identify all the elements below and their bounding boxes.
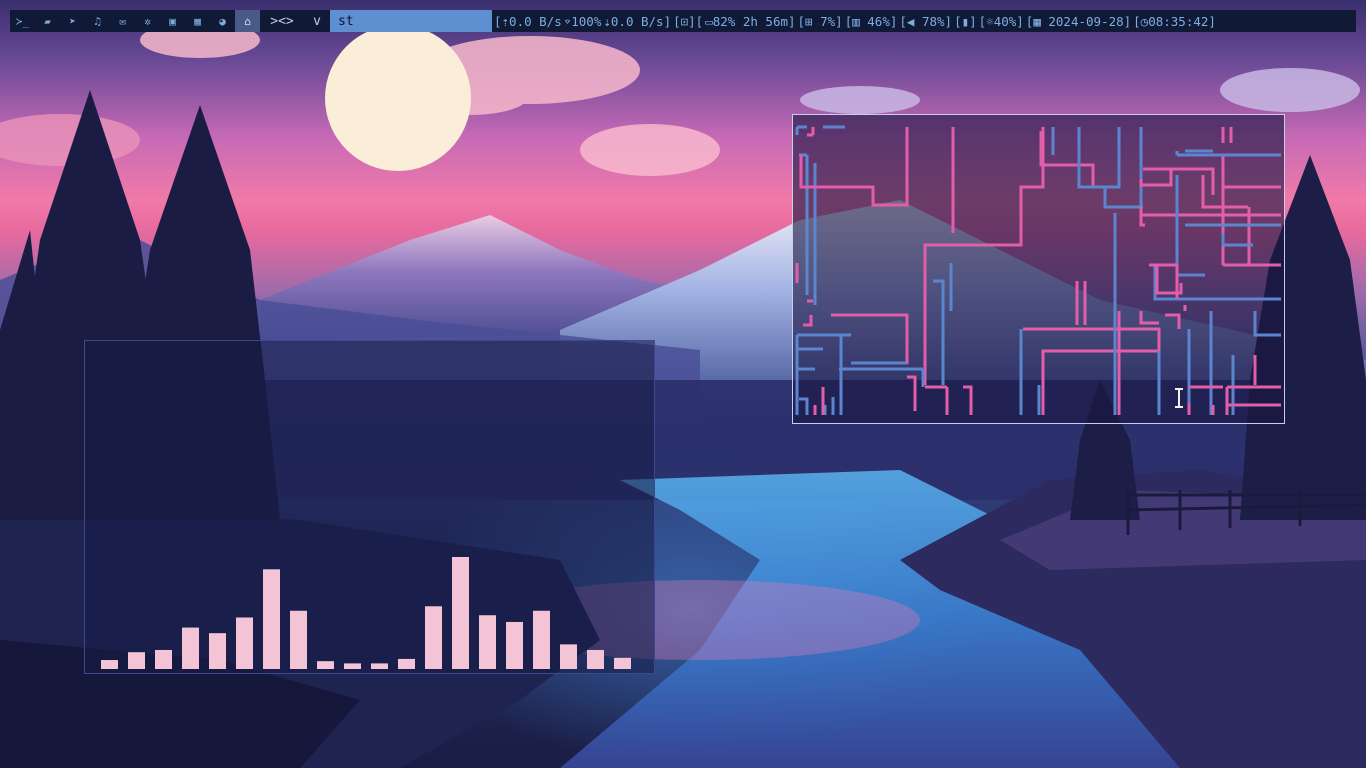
pipe-segment (1139, 169, 1173, 187)
visualizer-bar (263, 569, 280, 669)
visualizer-bar (398, 658, 415, 669)
pipe-segment (1051, 127, 1121, 189)
pipe-segment (1175, 149, 1281, 157)
telegram-icon[interactable]: ➤ (60, 10, 85, 32)
image-icon[interactable]: ▣ (160, 10, 185, 32)
upload-speed: [⇡0.0 B/s (494, 13, 562, 29)
clock: [◷08:35:42] (1133, 13, 1216, 29)
battery-status: ▭82% 2h 56m] (705, 13, 796, 29)
visualizer-bar (236, 617, 253, 669)
moon (325, 25, 471, 171)
pipe-segment (1187, 403, 1215, 415)
pipe-segment (1019, 329, 1041, 415)
mic-status[interactable]: [▮] (954, 14, 977, 29)
visualizer-bar (560, 644, 577, 669)
visualizer-bar (101, 660, 118, 669)
pipe-segment (933, 263, 953, 385)
visualizer-bar (533, 610, 550, 669)
film-icon[interactable]: ▦ (185, 10, 210, 32)
workspace-list: ≻_ ▰ ➤ ♫ ✉ ✲ ▣ ▦ ◕ ⌂ (10, 10, 260, 32)
visualizer-bar (479, 615, 496, 669)
pipe-segment (1075, 281, 1087, 325)
pipe-segment (1175, 175, 1281, 277)
visualizer-bar (290, 610, 307, 669)
layout-indicator[interactable]: ><> (260, 14, 304, 29)
memory-usage: [▥ 46%] (844, 13, 898, 29)
pipes-terminal-window[interactable] (792, 114, 1285, 424)
pipe-segment (1039, 131, 1095, 187)
window-title[interactable]: st (330, 10, 492, 32)
cpu-usage: [⊞ 7%] (797, 13, 843, 29)
mode-indicator: v (313, 13, 321, 29)
pipe-segment (1023, 327, 1161, 415)
visualizer-bar (209, 633, 226, 669)
folder-icon[interactable]: ▰ (35, 10, 60, 32)
pipe-segment (1189, 355, 1281, 415)
visualizer-bar (425, 606, 442, 669)
pipe-segment (1187, 311, 1281, 415)
mail-icon[interactable]: ✉ (110, 10, 135, 32)
bug-icon[interactable]: ✲ (135, 10, 160, 32)
visualizer-bar (128, 652, 145, 669)
top-bar: ≻_ ▰ ➤ ♫ ✉ ✲ ▣ ▦ ◕ ⌂ ><> v st [⇡0.0 B/s ⌔100% ⇣0.… (10, 10, 1356, 32)
music-icon[interactable]: ♫ (85, 10, 110, 32)
visualizer-bar (182, 627, 199, 669)
audio-visualizer-window[interactable] (84, 340, 655, 674)
visualizer-bar (506, 621, 523, 669)
pipe-segment (925, 385, 973, 415)
pipe-segment (831, 313, 909, 415)
pipe-segment (799, 397, 809, 415)
pipe-segment (1117, 311, 1159, 415)
visualizer-bar (452, 557, 469, 669)
bank-icon[interactable]: ⌂ (235, 10, 260, 32)
visualizer-bar (155, 649, 172, 669)
visualizer-bar (587, 649, 604, 669)
audio-visualizer-bars (101, 557, 631, 669)
terminal-icon[interactable]: ≻_ (10, 10, 35, 32)
visualizer-bar (344, 663, 361, 669)
pipe-segment (1221, 155, 1281, 267)
visualizer-bar (614, 657, 631, 669)
pipe-segment (1165, 305, 1187, 329)
visualizer-bar (317, 661, 334, 669)
pipe-segment (807, 127, 815, 137)
pipe-segment (795, 263, 813, 327)
status-area: [⇡0.0 B/s ⌔100% ⇣0.0 B/s] [⊡][ ▭82% 2h 5… (494, 14, 1218, 29)
visualizer-bar (371, 663, 388, 669)
text-cursor-icon (1175, 388, 1183, 408)
pipe-segment (795, 125, 845, 135)
volume-level[interactable]: [◀ 78%] (899, 14, 952, 29)
pipe-segment (1103, 127, 1143, 209)
lock-indicator: [⊡][ (673, 13, 704, 29)
date: [▦ 2024-09-28] (1025, 13, 1132, 29)
pipe-segment (799, 127, 909, 207)
brightness-level: [☼40%] (978, 13, 1024, 29)
pipe-segment (1221, 127, 1233, 143)
download-speed: ⇣0.0 B/s] (603, 13, 672, 29)
pipes-animation (795, 125, 1281, 415)
wifi-strength: ⌔100% (563, 13, 602, 29)
pipe-segment (1139, 207, 1281, 227)
pipe-segment (813, 387, 825, 415)
pie-icon[interactable]: ◕ (210, 10, 235, 32)
